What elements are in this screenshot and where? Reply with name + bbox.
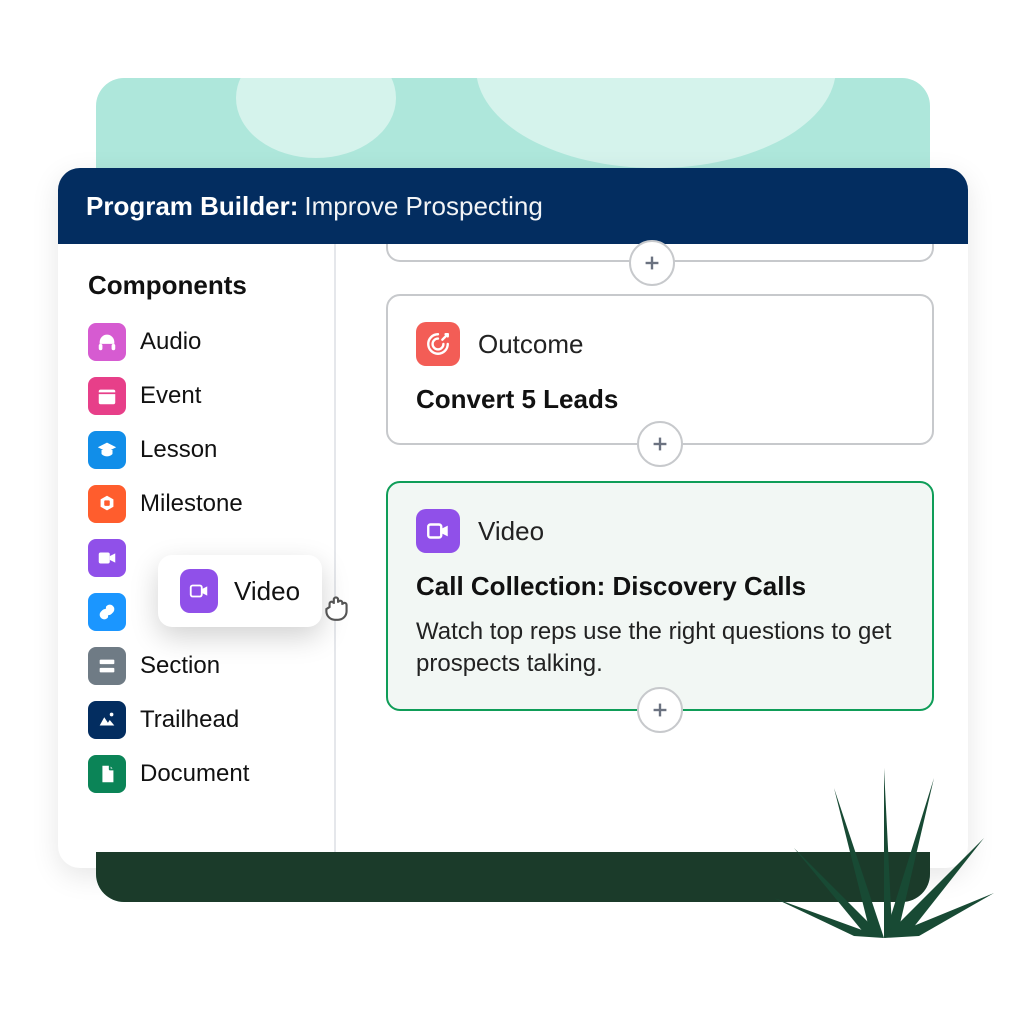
- component-label: Audio: [140, 328, 201, 356]
- add-step-button[interactable]: [637, 687, 683, 733]
- panel-header: Program Builder: Improve Prospecting: [58, 168, 968, 244]
- component-label: Event: [140, 382, 201, 410]
- add-step-button[interactable]: [637, 421, 683, 467]
- component-document[interactable]: Document: [84, 747, 322, 801]
- link-icon: [88, 593, 126, 631]
- component-label: Section: [140, 652, 220, 680]
- aloe-plant-illustration: [774, 768, 994, 938]
- component-trailhead[interactable]: Trailhead: [84, 693, 322, 747]
- card-description: Watch top reps use the right questions t…: [416, 616, 904, 681]
- canvas-card-outcome[interactable]: Outcome Convert 5 Leads: [386, 294, 934, 445]
- section-icon: [88, 647, 126, 685]
- component-milestone[interactable]: Milestone: [84, 477, 322, 531]
- target-icon: [416, 322, 460, 366]
- card-kind: Video: [478, 516, 544, 547]
- headphones-icon: [88, 323, 126, 361]
- grab-cursor-icon: [320, 590, 354, 624]
- drag-chip-label: Video: [234, 576, 300, 607]
- component-lesson[interactable]: Lesson: [84, 423, 322, 477]
- drag-chip-video[interactable]: Video: [158, 555, 322, 627]
- component-label: Document: [140, 760, 249, 788]
- video-icon: [88, 539, 126, 577]
- component-audio[interactable]: Audio: [84, 315, 322, 369]
- program-builder-panel: Program Builder: Improve Prospecting Com…: [58, 168, 968, 868]
- grad-cap-icon: [88, 431, 126, 469]
- flag-hex-icon: [88, 485, 126, 523]
- card-title: Call Collection: Discovery Calls: [416, 571, 904, 602]
- video-icon: [416, 509, 460, 553]
- component-label: Trailhead: [140, 706, 239, 734]
- document-icon: [88, 755, 126, 793]
- card-title: Convert 5 Leads: [416, 384, 904, 415]
- card-kind: Outcome: [478, 329, 584, 360]
- video-icon: [180, 569, 218, 613]
- component-label: Milestone: [140, 490, 243, 518]
- header-subtitle: Improve Prospecting: [304, 191, 542, 222]
- component-event[interactable]: Event: [84, 369, 322, 423]
- calendar-icon: [88, 377, 126, 415]
- trailhead-icon: [88, 701, 126, 739]
- component-label: Lesson: [140, 436, 217, 464]
- header-title: Program Builder:: [86, 191, 298, 222]
- sidebar-heading: Components: [88, 270, 322, 301]
- component-section[interactable]: Section: [84, 639, 322, 693]
- add-step-button[interactable]: [629, 240, 675, 286]
- canvas-card-video[interactable]: Video Call Collection: Discovery Calls W…: [386, 481, 934, 711]
